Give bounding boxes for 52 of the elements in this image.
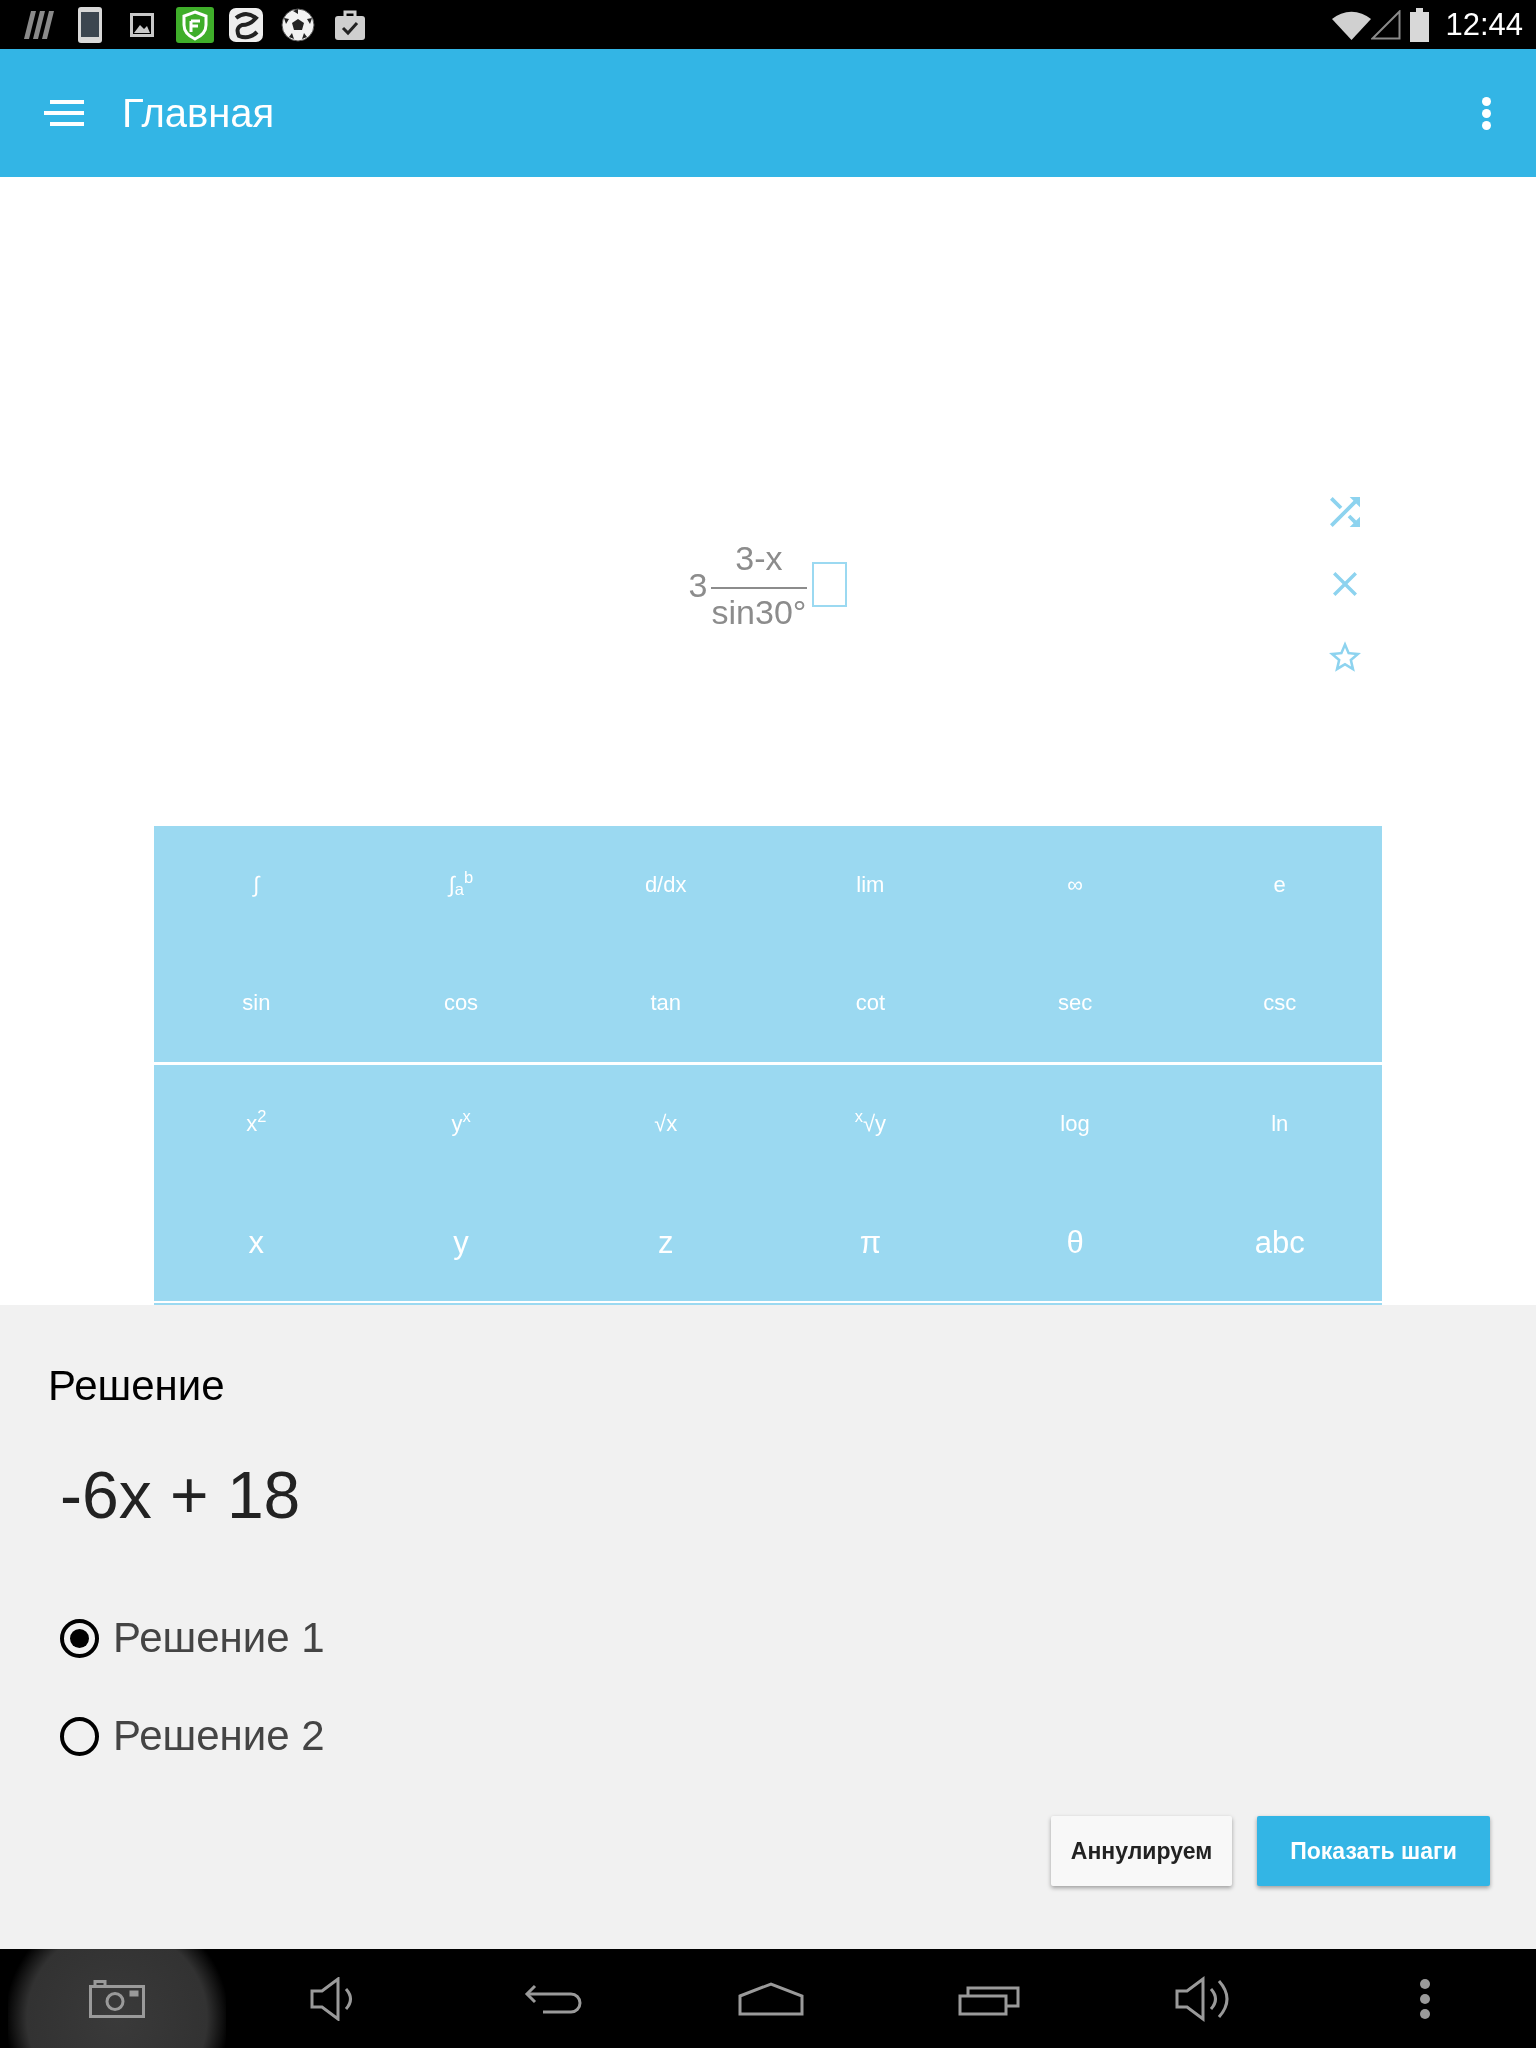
keypad-key[interactable]: ∞ [972, 826, 1178, 944]
fraction-denominator: sin30° [710, 591, 808, 631]
app-icon [229, 7, 263, 42]
soccer-ball-icon [281, 7, 315, 42]
keypad-key[interactable]: z [563, 1183, 768, 1301]
keypad-key[interactable]: y [358, 1183, 564, 1301]
shield-icon [176, 6, 214, 43]
phone-icon [78, 6, 102, 43]
keypad-key[interactable]: csc [1177, 944, 1382, 1062]
radio-button[interactable] [60, 1716, 99, 1756]
home-icon[interactable] [738, 1981, 804, 2016]
briefcase-check-icon [335, 9, 365, 40]
keypad-key[interactable]: cot [768, 944, 973, 1062]
keypad-key[interactable]: π [768, 1183, 973, 1301]
whole-number: 3 [688, 565, 708, 604]
clock-time: 12:44 [1445, 9, 1523, 40]
keypad-key[interactable]: θ [972, 1183, 1178, 1301]
signal-icon [1371, 9, 1402, 40]
app-bar-title: Главная [122, 93, 275, 133]
keypad-key[interactable]: cos [358, 944, 564, 1062]
keypad-key[interactable]: x$^{2}$ [154, 1065, 359, 1183]
image-icon [130, 12, 154, 37]
radio-button[interactable] [60, 1618, 99, 1658]
camera-icon[interactable] [89, 1979, 145, 2018]
keypad-key[interactable]: y$^{x}$ [358, 1065, 564, 1183]
wifi-icon [1332, 9, 1372, 40]
keypad-key[interactable]: ∫ [154, 826, 359, 944]
star-icon[interactable] [1329, 641, 1362, 672]
keypad-key[interactable]: sec [972, 944, 1178, 1062]
solution-title: Решение [48, 1361, 225, 1411]
solution-result: -6x + 18 [60, 1457, 301, 1534]
keypad-key[interactable]: log [972, 1065, 1178, 1183]
fraction-numerator: 3-x [735, 538, 783, 579]
keypad-key[interactable]: d/dx [563, 826, 768, 944]
back-icon[interactable] [523, 1983, 583, 2014]
keypad-key[interactable]: abc [1177, 1183, 1382, 1301]
keypad-key[interactable]: √x [563, 1065, 768, 1183]
keypad-key[interactable]: x [154, 1183, 359, 1301]
show-steps-button[interactable]: Показать шаги [1257, 1816, 1490, 1886]
keypad-key[interactable]: lim [768, 826, 973, 944]
radio-label[interactable]: Решение 1 [113, 1617, 325, 1659]
keypad-key[interactable]: $^{x}$√y [768, 1065, 973, 1183]
keypad-key[interactable]: tan [563, 944, 768, 1062]
radio-label[interactable]: Решение 2 [113, 1715, 325, 1757]
input-field[interactable] [812, 562, 848, 607]
keypad-key[interactable]: ln [1177, 1065, 1382, 1183]
keypad-key[interactable]: sin [154, 944, 359, 1062]
cancel-button[interactable]: Аннулируем [1051, 1816, 1232, 1886]
battery-icon [1410, 7, 1430, 42]
keypad-key[interactable]: e [1177, 826, 1382, 944]
more-options-icon[interactable] [1420, 1978, 1430, 2019]
logo-icon [24, 10, 54, 39]
